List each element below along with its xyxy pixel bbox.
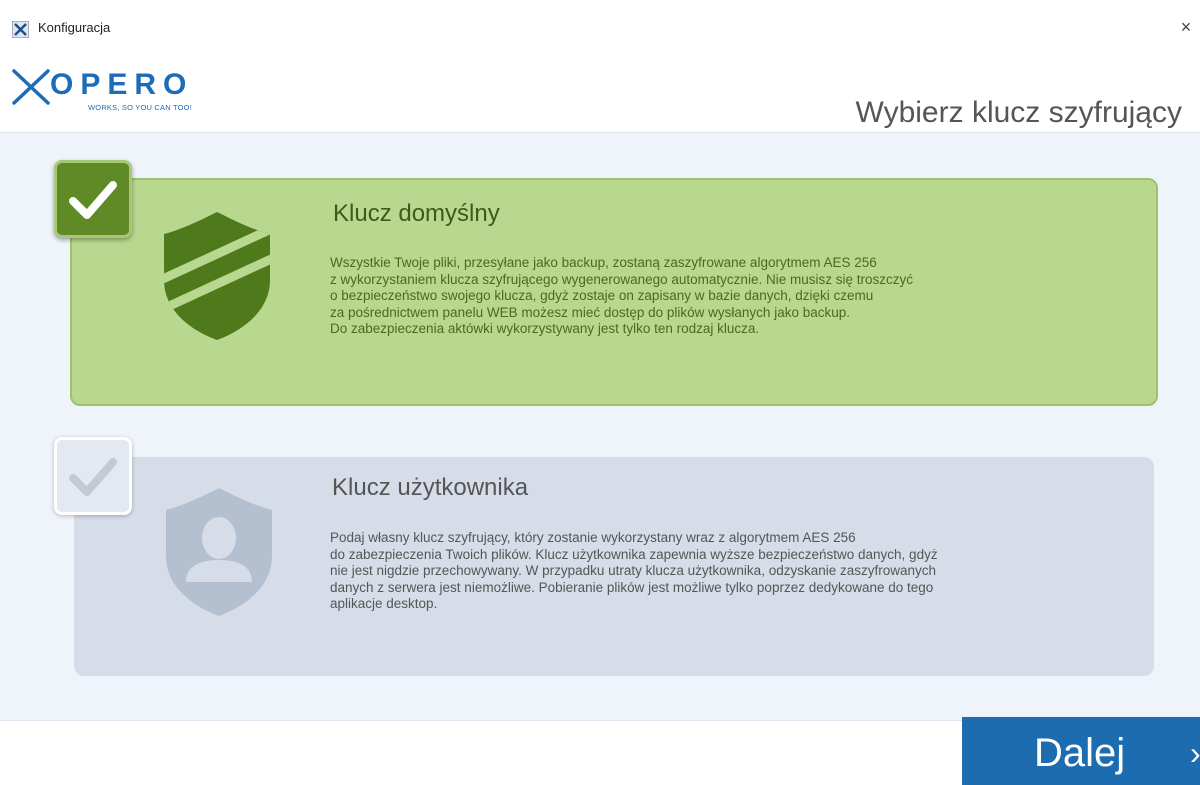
checkbox-default-key[interactable] xyxy=(54,160,132,238)
next-button[interactable]: Dalej › xyxy=(962,717,1200,785)
window-title: Konfiguracja xyxy=(38,20,111,35)
page-title: Wybierz klucz szyfrujący xyxy=(855,96,1182,130)
app-icon xyxy=(12,21,29,38)
shield-icon xyxy=(164,212,270,340)
option-title-default: Klucz domyślny xyxy=(333,200,500,227)
logo-tagline: WORKS, SO YOU CAN TOO! xyxy=(88,103,193,112)
close-button[interactable]: × xyxy=(1172,12,1200,42)
logo-x-mark xyxy=(12,69,50,105)
next-button-label: Dalej xyxy=(1034,731,1126,775)
option-description-default: Wszystkie Twoje pliki, przesyłane jako b… xyxy=(330,255,913,336)
option-title-user: Klucz użytkownika xyxy=(332,474,529,501)
checkbox-user-key[interactable] xyxy=(54,437,132,515)
xopero-logo: OPERO WORKS, SO YOU CAN TOO! xyxy=(12,60,212,118)
title-bar: Konfiguracja × xyxy=(0,0,1200,50)
checkmark-icon xyxy=(69,181,117,219)
chevron-right-icon: › xyxy=(1190,735,1200,771)
checkmark-icon xyxy=(69,458,117,496)
logo-wordmark: OPERO xyxy=(50,68,194,101)
option-description-user: Podaj własny klucz szyfrujący, który zos… xyxy=(330,530,938,611)
user-shield-icon xyxy=(166,488,272,616)
